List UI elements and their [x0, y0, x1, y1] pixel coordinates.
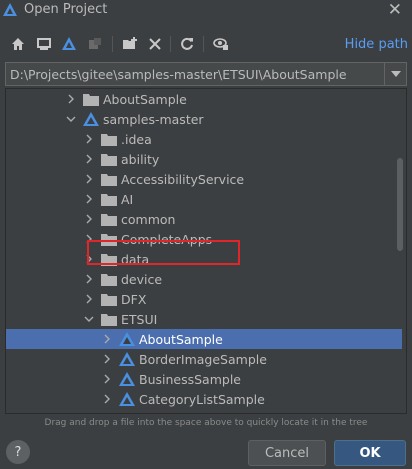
- folder-icon: [83, 92, 99, 106]
- chevron-right-icon[interactable]: [84, 289, 94, 309]
- chevron-right-icon[interactable]: [84, 269, 94, 289]
- folder-icon: [101, 132, 117, 146]
- cancel-button[interactable]: Cancel: [248, 440, 326, 466]
- chevron-right-icon[interactable]: [84, 129, 94, 149]
- project-icon: [119, 332, 135, 346]
- tree-row-label: AboutSample: [139, 331, 223, 347]
- project-icon: [119, 392, 135, 406]
- folder-icon: [101, 212, 117, 226]
- path-input[interactable]: [6, 63, 384, 85]
- tree-row-label: samples-master: [103, 111, 204, 127]
- show-hidden-icon[interactable]: [212, 35, 230, 53]
- tree-row[interactable]: DFX: [6, 289, 402, 309]
- desktop-icon[interactable]: [35, 35, 53, 53]
- chevron-right-icon[interactable]: [102, 409, 112, 413]
- tree-row[interactable]: ClickableSample: [6, 409, 402, 414]
- tree-row[interactable]: ETSUI: [6, 309, 402, 329]
- home-icon[interactable]: [9, 35, 27, 53]
- tree-scrollbar[interactable]: [397, 158, 403, 251]
- chevron-right-icon[interactable]: [84, 189, 94, 209]
- tree-row-label: DFX: [121, 291, 147, 307]
- tree-row-label: ClickableSample: [139, 412, 242, 414]
- tree-row[interactable]: common: [6, 209, 402, 229]
- title-bar: Open Project ✕: [0, 0, 412, 22]
- tree-row-label: ETSUI: [121, 311, 158, 327]
- tree-row[interactable]: AboutSample: [6, 89, 402, 109]
- drag-drop-hint: Drag and drop a file into the space abov…: [44, 418, 368, 428]
- tree-row-label: device: [121, 271, 163, 287]
- tree-row-label: BusinessSample: [139, 371, 241, 387]
- chevron-right-icon[interactable]: [84, 169, 94, 189]
- refresh-icon[interactable]: [178, 35, 196, 53]
- folder-icon: [101, 312, 117, 326]
- folder-icon: [101, 272, 117, 286]
- hide-path-link[interactable]: Hide path: [345, 37, 408, 52]
- selection-highlight-box: [87, 240, 240, 265]
- chevron-right-icon[interactable]: [84, 209, 94, 229]
- chevron-right-icon[interactable]: [84, 149, 94, 169]
- chevron-down-icon[interactable]: [84, 309, 94, 329]
- new-folder-icon[interactable]: [121, 35, 139, 53]
- tree-row[interactable]: AI: [6, 189, 402, 209]
- chevron-right-icon[interactable]: [102, 389, 112, 409]
- help-button[interactable]: ?: [6, 440, 30, 464]
- project-icon[interactable]: [60, 35, 78, 53]
- chevron-right-icon[interactable]: [102, 369, 112, 389]
- close-icon[interactable]: ✕: [388, 0, 402, 20]
- chevron-right-icon[interactable]: [66, 89, 76, 109]
- tree-row-label: common: [121, 211, 176, 227]
- chevron-down-icon[interactable]: [384, 63, 406, 85]
- folder-icon: [101, 152, 117, 166]
- tree-row[interactable]: BorderImageSample: [6, 349, 402, 369]
- tree-row[interactable]: ability: [6, 149, 402, 169]
- chevron-down-icon[interactable]: [66, 109, 76, 129]
- tree-row-label: .idea: [121, 131, 152, 147]
- tree-row-label: ability: [121, 151, 160, 167]
- project-icon: [119, 372, 135, 386]
- tree-row-label: AccessibilityService: [121, 171, 245, 187]
- tree-row-label: AboutSample: [103, 91, 187, 107]
- folder-icon: [119, 412, 135, 413]
- tree-row[interactable]: BusinessSample: [6, 369, 402, 389]
- app-logo-icon: [2, 2, 18, 18]
- tree-row[interactable]: .idea: [6, 129, 402, 149]
- tree-row-label: BorderImageSample: [139, 351, 267, 367]
- tree-row[interactable]: samples-master: [6, 109, 402, 129]
- chevron-right-icon[interactable]: [102, 349, 112, 369]
- chevron-right-icon[interactable]: [102, 329, 112, 349]
- tree-row[interactable]: AccessibilityService: [6, 169, 402, 189]
- delete-icon[interactable]: [146, 35, 164, 53]
- tree-row-label: AI: [121, 191, 134, 207]
- tree-row[interactable]: CategoryListSample: [6, 389, 402, 409]
- project-icon: [119, 352, 135, 366]
- window-title: Open Project: [24, 2, 108, 17]
- tree-row[interactable]: device: [6, 269, 402, 289]
- module-icon[interactable]: [86, 35, 104, 53]
- path-combobox[interactable]: [5, 62, 407, 86]
- folder-icon: [101, 292, 117, 306]
- project-icon: [83, 112, 99, 126]
- toolbar: Hide path: [0, 30, 412, 58]
- folder-icon: [101, 192, 117, 206]
- ok-button[interactable]: OK: [334, 440, 406, 466]
- tree-row[interactable]: AboutSample: [6, 329, 402, 349]
- folder-icon: [101, 172, 117, 186]
- tree-row-label: CategoryListSample: [139, 391, 265, 407]
